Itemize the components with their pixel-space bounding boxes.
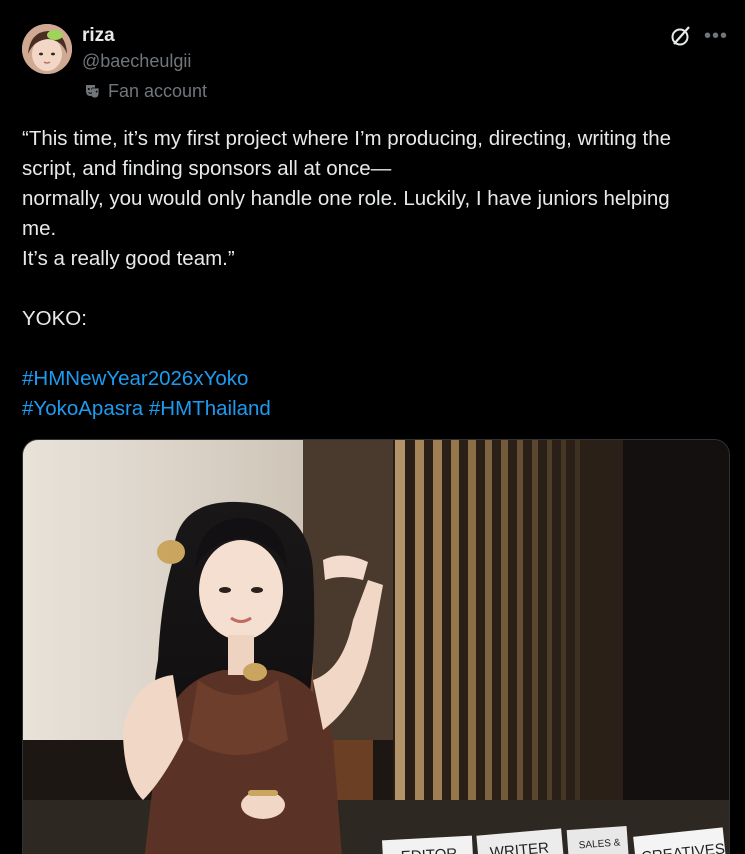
hashtag-link[interactable]: #HMThailand [149, 397, 271, 420]
more-options-icon[interactable]: ••• [704, 24, 728, 48]
author-handle[interactable]: @baecheulgii [82, 51, 191, 72]
slat-wall [393, 440, 729, 854]
tweet-line: normally, you would only handle one role… [22, 187, 670, 210]
tweet-line: me. [22, 217, 57, 240]
tweet-line: It’s a really good team.” [22, 247, 235, 270]
account-label[interactable]: Fan account [84, 80, 207, 102]
tweet-line: “This time, it’s my first project where … [22, 127, 672, 150]
author-display-name[interactable]: riza [82, 25, 115, 47]
header-actions: ••• [669, 24, 728, 48]
tweet-line: YOKO: [22, 307, 87, 330]
hashtag-link[interactable]: #YokoApasra [22, 397, 143, 420]
avatar[interactable] [22, 24, 72, 74]
tweet-post: riza @baecheulgii Fan account ••• “This … [0, 0, 745, 854]
hashtag-line: #YokoApasra #HMThailand [22, 394, 734, 424]
tweet-text: “This time, it’s my first project where … [22, 124, 734, 424]
grok-icon[interactable] [669, 24, 693, 48]
theater-masks-icon [84, 83, 101, 100]
tweet-photo[interactable]: EDITOR WRITER SALES & CREATIVES [22, 439, 730, 854]
hashtag-line: #HMNewYear2026xYoko [22, 364, 734, 394]
account-label-text: Fan account [108, 80, 208, 101]
hashtag-link[interactable]: #HMNewYear2026xYoko [22, 367, 248, 390]
tweet-line: script, and finding sponsors all at once… [22, 157, 392, 180]
